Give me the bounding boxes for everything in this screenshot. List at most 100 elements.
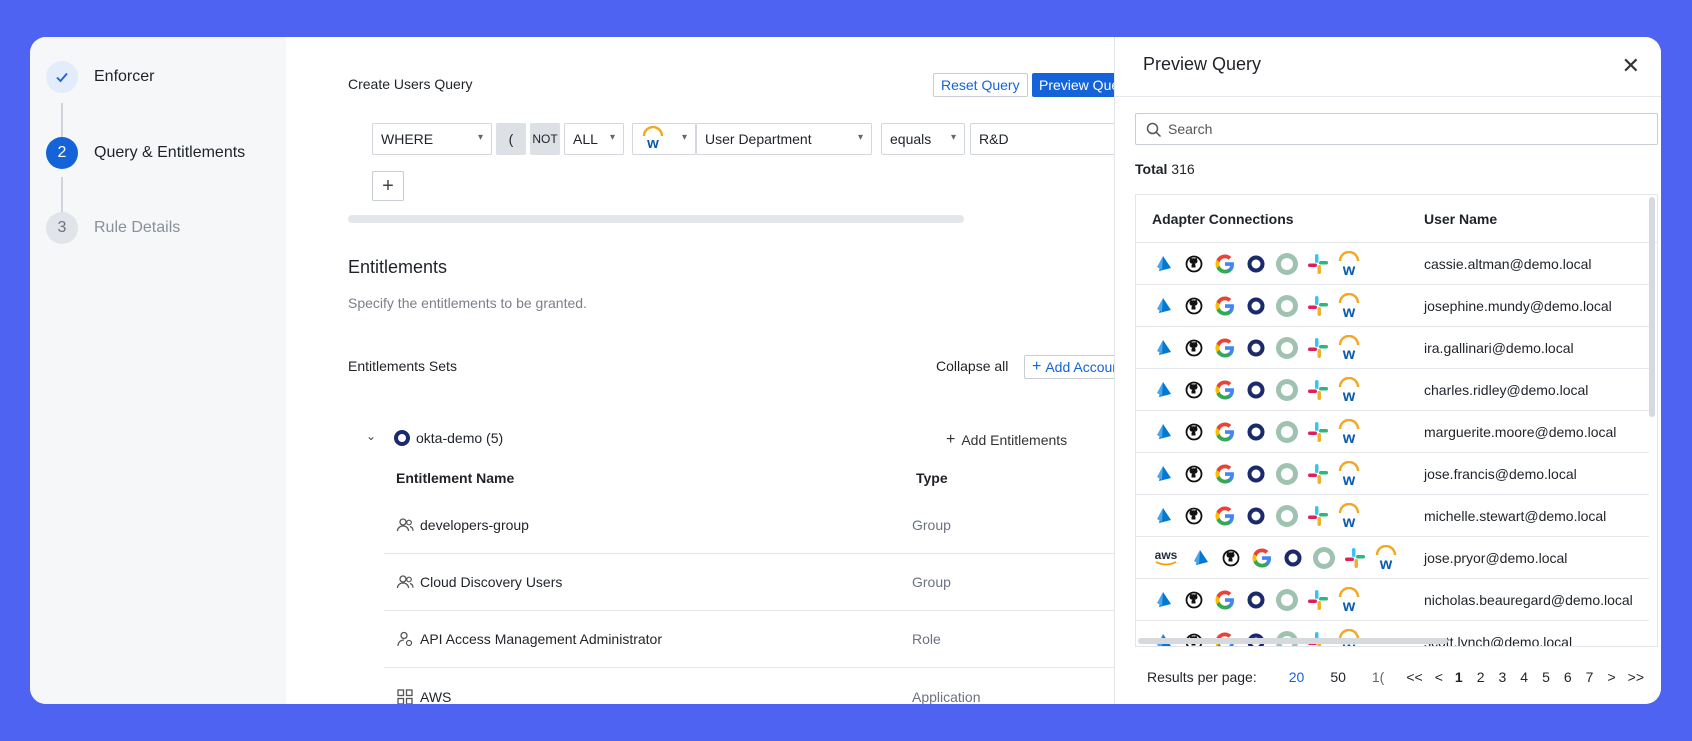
preview-title: Preview Query [1143, 54, 1262, 74]
next-page-button[interactable]: > [1607, 669, 1615, 685]
table-row[interactable]: w nicholas.beauregard@demo.local [1136, 579, 1649, 621]
workday-icon: w [1373, 545, 1399, 571]
svg-text:w: w [1342, 598, 1356, 613]
all-value: ALL [573, 131, 598, 147]
page-2[interactable]: 2 [1477, 669, 1485, 685]
svg-text:w: w [1379, 556, 1393, 571]
entitlement-row[interactable]: API Access Management Administrator Role [384, 611, 1144, 668]
plus-icon: + [1032, 358, 1042, 375]
main-content: Create Users Query Reset Query Preview Q… [286, 37, 1144, 704]
add-entitlements-label: Add Entitlements [961, 432, 1068, 448]
table-row[interactable]: w michelle.stewart@demo.local [1136, 495, 1649, 537]
entitlement-type: Group [912, 517, 951, 533]
okta-icon [394, 430, 410, 446]
operator-value: equals [890, 131, 932, 147]
google-icon [1249, 545, 1275, 571]
azure-icon [1150, 377, 1176, 403]
step-query-entitlements[interactable]: 2 Query & Entitlements [46, 137, 245, 169]
user-name: michelle.stewart@demo.local [1424, 508, 1607, 524]
slack-icon [1342, 545, 1368, 571]
svg-text:aws: aws [1155, 548, 1178, 562]
first-page-button[interactable]: << [1406, 669, 1422, 685]
user-name: cassie.altman@demo.local [1424, 256, 1592, 272]
google-icon [1212, 503, 1238, 529]
adapter-icons: w [1150, 293, 1367, 319]
adapter-icons: w [1150, 251, 1367, 277]
github-icon [1218, 545, 1244, 571]
field-value: User Department [705, 131, 812, 147]
step-label: Enforcer [94, 68, 155, 85]
workday-icon: w [641, 125, 665, 153]
google-icon [1212, 335, 1238, 361]
avatar-icon [1274, 335, 1300, 361]
entitlement-name: Cloud Discovery Users [420, 574, 563, 590]
collapse-all-button[interactable]: Collapse all [936, 358, 1008, 374]
query-scrollbar[interactable] [348, 215, 964, 223]
user-name: nicholas.beauregard@demo.local [1424, 592, 1633, 608]
paren-toggle[interactable]: ( [496, 123, 526, 155]
slack-icon [1305, 251, 1331, 277]
svg-text:w: w [1342, 472, 1356, 487]
chevron-down-icon: ▾ [477, 132, 483, 143]
adapter-select[interactable]: w ▾ [632, 123, 696, 155]
table-row[interactable]: w ira.gallinari@demo.local [1136, 327, 1649, 369]
slack-icon [1305, 503, 1331, 529]
avatar-icon [1274, 461, 1300, 487]
entitlement-row[interactable]: AWS Application [384, 668, 1144, 704]
table-row[interactable]: w josephine.mundy@demo.local [1136, 285, 1649, 327]
page-5[interactable]: 5 [1542, 669, 1550, 685]
entitlement-type: Group [912, 574, 951, 590]
chevron-down-icon[interactable]: ⌄ [366, 429, 376, 443]
not-toggle[interactable]: NOT [530, 123, 560, 155]
reset-query-button[interactable]: Reset Query [933, 73, 1028, 97]
user-name: jose.pryor@demo.local [1424, 550, 1568, 566]
account-group-header[interactable]: okta-demo (5) [394, 430, 503, 446]
workday-icon: w [1336, 461, 1362, 487]
operator-select[interactable]: equals ▾ [881, 123, 965, 155]
svg-text:w: w [1342, 304, 1356, 319]
table-row[interactable]: w cassie.altman@demo.local [1136, 243, 1649, 285]
avatar-icon [1274, 503, 1300, 529]
horizontal-scrollbar[interactable] [1138, 638, 1448, 644]
prev-page-button[interactable]: < [1435, 669, 1443, 685]
close-icon[interactable]: ✕ [1622, 53, 1640, 79]
add-condition-button[interactable]: + [372, 171, 404, 201]
per-page-option[interactable]: 20 [1289, 669, 1305, 685]
entitlement-row[interactable]: developers-group Group [384, 497, 1144, 554]
page-4[interactable]: 4 [1520, 669, 1528, 685]
table-row[interactable]: w marguerite.moore@demo.local [1136, 411, 1649, 453]
okta-icon [1243, 251, 1269, 277]
users-icon [396, 516, 414, 534]
table-row[interactable]: aws w jose.pryor@demo.local [1136, 537, 1649, 579]
avatar-icon [1274, 293, 1300, 319]
vertical-scrollbar[interactable] [1649, 197, 1655, 417]
total-value: 316 [1171, 161, 1195, 177]
table-header: Adapter Connections User Name [1136, 195, 1657, 243]
azure-icon [1187, 545, 1213, 571]
where-select[interactable]: WHERE ▾ [372, 123, 492, 155]
step-enforcer[interactable]: Enforcer [46, 61, 154, 93]
page-7[interactable]: 7 [1586, 669, 1594, 685]
add-account-label: Add Account [1045, 359, 1124, 375]
users-icon [396, 573, 414, 591]
workday-icon: w [1336, 377, 1362, 403]
table-row[interactable]: w jose.francis@demo.local [1136, 453, 1649, 495]
page-1[interactable]: 1 [1455, 669, 1463, 685]
table-row[interactable]: w charles.ridley@demo.local [1136, 369, 1649, 411]
field-select[interactable]: User Department ▾ [696, 123, 872, 155]
step-label: Rule Details [94, 219, 181, 236]
last-page-button[interactable]: >> [1628, 669, 1644, 685]
entitlements-heading: Entitlements [348, 257, 448, 277]
okta-icon [1243, 461, 1269, 487]
per-page-option[interactable]: 1( [1372, 669, 1384, 685]
user-name: marguerite.moore@demo.local [1424, 424, 1617, 440]
page-3[interactable]: 3 [1498, 669, 1506, 685]
entitlement-row[interactable]: Cloud Discovery Users Group [384, 554, 1144, 611]
azure-icon [1150, 503, 1176, 529]
step-rule-details[interactable]: 3 Rule Details [46, 212, 180, 244]
search-input[interactable]: Search [1135, 113, 1658, 145]
page-6[interactable]: 6 [1564, 669, 1572, 685]
add-entitlements-button[interactable]: + Add Entitlements [946, 431, 1067, 449]
per-page-option[interactable]: 50 [1330, 669, 1346, 685]
all-select[interactable]: ALL ▾ [564, 123, 624, 155]
